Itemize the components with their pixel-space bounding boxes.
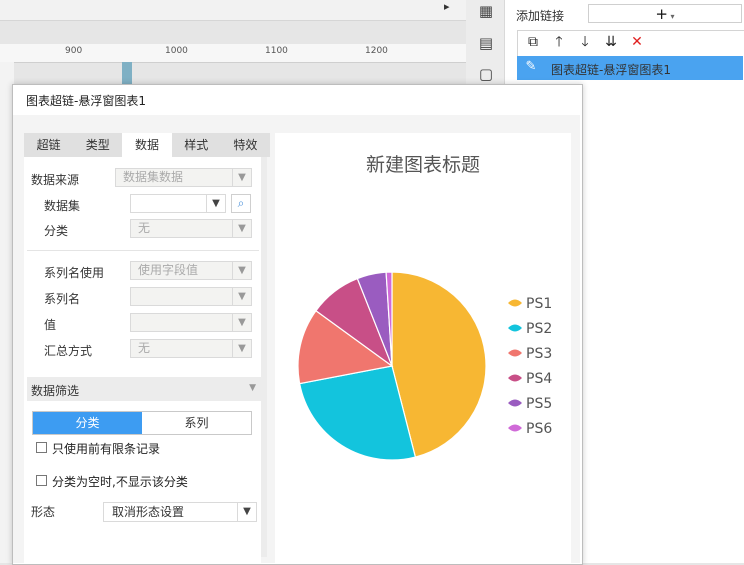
ruler-tick: 1000 (165, 46, 188, 56)
limit-records-label: 只使用前有限条记录 (52, 442, 161, 456)
tab-hyperlink[interactable]: 超链 (24, 133, 73, 157)
column-marker (122, 62, 132, 86)
category-label: 分类 (44, 224, 69, 238)
section-divider (27, 250, 259, 251)
arrow-down-icon[interactable]: 🡓 (576, 33, 594, 51)
shape-label: 形态 (31, 505, 56, 519)
legend-marker-ps5 (508, 399, 522, 407)
ruler-tick: 1100 (265, 46, 288, 56)
search-icon[interactable]: ⌕ (231, 194, 251, 213)
chevron-down-icon: ▼ (232, 169, 251, 186)
hide-empty-label: 分类为空时,不显示该分类 (52, 475, 188, 489)
summary-select[interactable]: 无 ▼ (130, 339, 252, 358)
collapse-icon: ▼ (249, 383, 256, 393)
legend-marker-ps2 (508, 324, 522, 332)
add-link-plus: + (655, 5, 668, 23)
tab-style[interactable]: 样式 (172, 133, 221, 157)
series-name-use-label: 系列名使用 (44, 266, 105, 280)
summary-value: 无 (138, 341, 151, 355)
pin-icon[interactable]: ▸ (444, 0, 450, 13)
source-label: 数据来源 (31, 173, 80, 187)
horizontal-ruler: 900 1000 1100 1200 (0, 44, 466, 63)
legend-label-ps6: PS6 (526, 421, 552, 437)
delete-icon[interactable]: ✕ (628, 33, 646, 51)
chevron-down-icon: ▼ (232, 220, 251, 237)
segment-series[interactable]: 系列 (142, 412, 251, 434)
sort-down-icon[interactable]: ⇊ (602, 33, 620, 51)
value-select[interactable]: ▼ (130, 313, 252, 332)
legend-label-ps2: PS2 (526, 321, 552, 337)
series-name-label: 系列名 (44, 292, 81, 306)
legend-marker-ps6 (508, 424, 522, 432)
hide-empty-checkbox[interactable] (36, 475, 47, 486)
copy-icon[interactable]: ⧉ (524, 33, 542, 51)
legend-marker-ps4 (508, 374, 522, 382)
ruler-tick: 1200 (365, 46, 388, 56)
legend-label-ps1: PS1 (526, 296, 552, 312)
frame-icon[interactable]: ▢ (476, 65, 496, 83)
series-name-select[interactable]: ▼ (130, 287, 252, 306)
pie-slices (297, 271, 487, 461)
chevron-down-icon: ▼ (206, 195, 225, 212)
link-item-label: 图表超链-悬浮窗图表1 (551, 63, 671, 77)
shape-value: 取消形态设置 (112, 505, 185, 519)
data-filter-title: 数据筛选 (31, 384, 80, 398)
legend-marker-ps3 (508, 349, 522, 357)
dataset-label: 数据集 (44, 199, 81, 213)
chevron-down-icon: ▼ (232, 262, 251, 279)
edit-icon: ✎ (525, 59, 537, 74)
dialog-tabs: 超链 类型 数据 样式 特效 (24, 133, 270, 157)
arrow-up-icon[interactable]: 🡑 (550, 33, 568, 51)
legend-label-ps4: PS4 (526, 371, 552, 387)
link-list-item[interactable]: ✎ 图表超链-悬浮窗图表1 (517, 56, 743, 80)
chevron-down-icon: ▼ (237, 503, 256, 521)
tab-type[interactable]: 类型 (73, 133, 122, 157)
source-value: 数据集数据 (123, 170, 184, 184)
chevron-down-icon: ▼ (232, 314, 251, 331)
config-scrollbar[interactable] (261, 157, 267, 557)
editor-top-bar (0, 0, 466, 21)
chevron-down-icon: ▼ (232, 340, 251, 357)
chart-legend: PS1 PS2 PS3 PS4 PS5 PS6 (508, 296, 552, 437)
limit-records-checkbox[interactable] (36, 442, 47, 453)
category-select[interactable]: 无 ▼ (130, 219, 252, 238)
category-value: 无 (138, 221, 151, 235)
summary-label: 汇总方式 (44, 344, 93, 358)
data-filter-header[interactable]: 数据筛选 ▼ (27, 377, 261, 401)
widget-settings-icon[interactable]: ▤ (476, 34, 496, 52)
chevron-down-icon: ▼ (232, 288, 251, 305)
series-name-use-select[interactable]: 使用字段值 ▼ (130, 261, 252, 280)
series-name-use-value: 使用字段值 (138, 263, 199, 277)
pie-chart: PS1 PS2 PS3 PS4 PS5 PS6 (297, 271, 552, 461)
legend-label-ps5: PS5 (526, 396, 552, 412)
shape-select[interactable]: 取消形态设置 ▼ (103, 502, 257, 522)
ruler-tick: 900 (65, 46, 83, 56)
segment-category[interactable]: 分类 (33, 412, 142, 434)
dataset-select[interactable]: ▼ (130, 194, 226, 213)
layout-icon[interactable]: ▦ (476, 2, 496, 20)
add-link-button[interactable]: + ▾ (588, 4, 742, 23)
legend-label-ps3: PS3 (526, 346, 552, 362)
tab-data[interactable]: 数据 (122, 133, 172, 157)
value-label: 值 (44, 318, 57, 332)
dialog-title: 图表超链-悬浮窗图表1 (26, 94, 146, 108)
legend-marker-ps1 (508, 299, 522, 307)
source-select[interactable]: 数据集数据 ▼ (115, 168, 252, 187)
filter-segment-control: 分类 系列 (32, 411, 252, 435)
chevron-down-icon: ▾ (668, 12, 675, 21)
add-link-label: 添加链接 (516, 9, 565, 23)
tab-effects[interactable]: 特效 (221, 133, 270, 157)
